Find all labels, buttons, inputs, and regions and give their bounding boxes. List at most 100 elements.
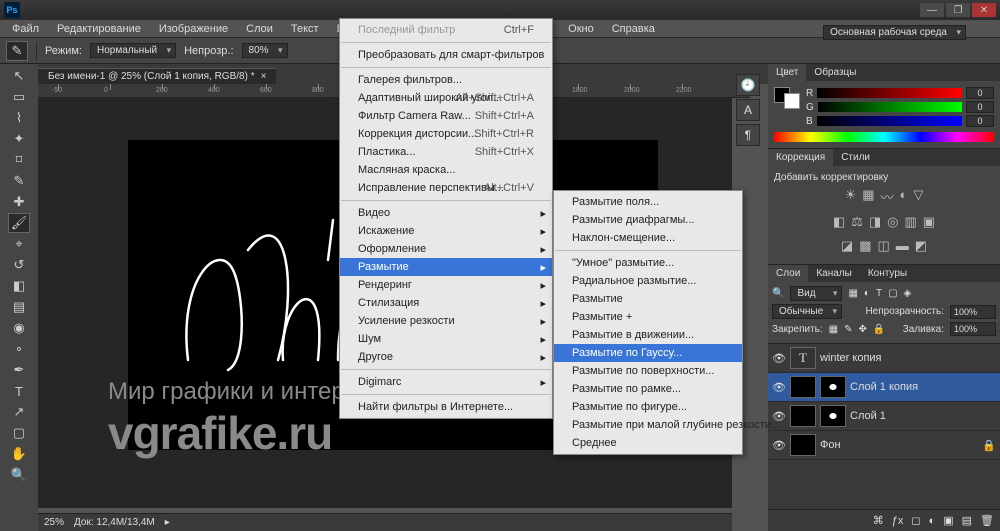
menu-item[interactable]: Исправление перспективы...Alt+Ctrl+V (340, 179, 552, 197)
tab-styles[interactable]: Стили (833, 149, 878, 166)
menu-item[interactable]: Галерея фильтров... (340, 71, 552, 89)
menu-item[interactable]: Оформление▸ (340, 240, 552, 258)
layer-row[interactable]: 👁Слой 1 (768, 402, 1000, 431)
r-input[interactable] (966, 87, 994, 99)
g-slider[interactable] (818, 102, 962, 112)
blend-mode-select[interactable]: Нормальный (90, 43, 176, 58)
lock-paint-icon[interactable]: ✎ (844, 324, 852, 335)
opacity-value[interactable]: 100% (950, 305, 996, 319)
filter-shape-icon[interactable]: ▢ (888, 288, 897, 299)
fill-adj-icon[interactable]: ◐ (929, 515, 936, 527)
fx-icon[interactable]: ƒx (892, 515, 904, 527)
pen-tool-icon[interactable]: ✒ (8, 360, 30, 380)
menu-item[interactable]: Размытие (554, 290, 742, 308)
layer-row[interactable]: 👁Twinter копия (768, 344, 1000, 373)
gradmap-icon[interactable]: ▬ (896, 238, 909, 254)
layer-row[interactable]: 👁Слой 1 копия (768, 373, 1000, 402)
move-tool-icon[interactable]: ↖ (8, 66, 30, 86)
menu-item[interactable]: Шум▸ (340, 330, 552, 348)
exposure-icon[interactable]: ◐ (900, 187, 908, 206)
menu-Изображение[interactable]: Изображение (151, 21, 236, 37)
current-tool-icon[interactable]: ✎ (6, 41, 28, 61)
menu-item[interactable]: Размытие в движении... (554, 326, 742, 344)
document-tab[interactable]: Без имени-1 @ 25% (Слой 1 копия, RGB/8) … (38, 68, 276, 84)
zoom-tool-icon[interactable]: 🔍 (8, 465, 30, 485)
lasso-tool-icon[interactable]: ⌇ (8, 108, 30, 128)
brightness-icon[interactable]: ☀ (845, 187, 857, 206)
wand-tool-icon[interactable]: ✦ (8, 129, 30, 149)
group-icon[interactable]: ▣ (943, 514, 953, 527)
blur-tool-icon[interactable]: ◉ (8, 318, 30, 338)
menu-item[interactable]: Фильтр Camera Raw...Shift+Ctrl+A (340, 107, 552, 125)
bw-icon[interactable]: ◨ (869, 214, 881, 230)
balance-icon[interactable]: ⚖ (851, 214, 863, 230)
menu-item[interactable]: Усиление резкости▸ (340, 312, 552, 330)
vibrance-icon[interactable]: ▽ (913, 187, 923, 206)
menu-item[interactable]: Размытие по фигуре... (554, 398, 742, 416)
blend-mode[interactable]: Обычные (772, 304, 842, 319)
menu-item[interactable]: Digimarc▸ (340, 373, 552, 391)
menu-item[interactable]: Размытие по рамке... (554, 380, 742, 398)
b-input[interactable] (966, 115, 994, 127)
visibility-icon[interactable]: 👁 (772, 352, 786, 365)
tab-paths[interactable]: Контуры (860, 265, 915, 282)
levels-icon[interactable]: ▦ (862, 187, 874, 206)
link-icon[interactable]: ⌘ (873, 514, 884, 527)
path-tool-icon[interactable]: ↗ (8, 402, 30, 422)
restore-button[interactable]: ❐ (946, 3, 970, 17)
menu-item[interactable]: Рендеринг▸ (340, 276, 552, 294)
menu-item[interactable]: Искажение▸ (340, 222, 552, 240)
menu-item[interactable]: Видео▸ (340, 204, 552, 222)
menu-item[interactable]: Среднее (554, 434, 742, 452)
b-slider[interactable] (817, 116, 962, 126)
menu-item[interactable]: Радиальное размытие... (554, 272, 742, 290)
tab-swatches[interactable]: Образцы (806, 64, 864, 81)
filter-smart-icon[interactable]: ◈ (904, 288, 912, 299)
tab-close-icon[interactable]: × (261, 71, 267, 82)
menu-item[interactable]: Стилизация▸ (340, 294, 552, 312)
eyedropper-tool-icon[interactable]: ✎ (8, 171, 30, 191)
visibility-icon[interactable]: 👁 (772, 439, 786, 452)
g-input[interactable] (966, 101, 994, 113)
background-swatch[interactable] (784, 93, 800, 109)
marquee-tool-icon[interactable]: ▭ (8, 87, 30, 107)
workspace-selector[interactable]: Основная рабочая среда (823, 25, 966, 40)
menu-item[interactable]: Адаптивный широкий угол...Alt+Shift+Ctrl… (340, 89, 552, 107)
menu-Текст[interactable]: Текст (283, 21, 327, 37)
filter-type-icon[interactable]: T (876, 288, 882, 299)
status-arrow-icon[interactable]: ▸ (165, 517, 170, 528)
tab-color[interactable]: Цвет (768, 64, 806, 81)
menu-item[interactable]: Размытие по Гауссу... (554, 344, 742, 362)
stamp-tool-icon[interactable]: ⌖ (8, 234, 30, 254)
filter-icon[interactable]: 🔍 (772, 288, 784, 299)
layer-row[interactable]: 👁Фон🔒 (768, 431, 1000, 460)
fill-value[interactable]: 100% (950, 322, 996, 336)
history-brush-tool-icon[interactable]: ↺ (8, 255, 30, 275)
hue-strip[interactable] (774, 132, 994, 142)
posterize-icon[interactable]: ▩ (859, 238, 871, 254)
crop-tool-icon[interactable]: ⌑ (8, 150, 30, 170)
close-button[interactable]: ✕ (972, 3, 996, 17)
menu-item[interactable]: Размытие при малой глубине резкости... (554, 416, 742, 434)
gradient-tool-icon[interactable]: ▤ (8, 297, 30, 317)
lock-move-icon[interactable]: ✥ (859, 324, 867, 335)
mixer-icon[interactable]: ▥ (905, 214, 917, 230)
menu-item[interactable]: Размытие + (554, 308, 742, 326)
menu-Окно[interactable]: Окно (560, 21, 602, 37)
new-layer-icon[interactable]: ▤ (962, 514, 972, 527)
hue-icon[interactable]: ◧ (833, 214, 845, 230)
menu-item[interactable]: Последний фильтрCtrl+F (340, 21, 552, 39)
lock-all-icon[interactable]: 🔒 (873, 324, 885, 335)
tab-channels[interactable]: Каналы (808, 265, 860, 282)
lock-trans-icon[interactable]: ▦ (829, 324, 838, 335)
menu-item[interactable]: Найти фильтры в Интернете... (340, 398, 552, 416)
heal-tool-icon[interactable]: ✚ (8, 192, 30, 212)
menu-item[interactable]: Коррекция дисторсии...Shift+Ctrl+R (340, 125, 552, 143)
filter-pixel-icon[interactable]: ▦ (848, 288, 857, 299)
menu-Слои[interactable]: Слои (238, 21, 281, 37)
menu-Справка[interactable]: Справка (604, 21, 663, 37)
menu-item[interactable]: Размытие диафрагмы... (554, 211, 742, 229)
minimize-button[interactable]: — (920, 3, 944, 17)
visibility-icon[interactable]: 👁 (772, 381, 786, 394)
menu-item[interactable]: Размытие▸ (340, 258, 552, 276)
